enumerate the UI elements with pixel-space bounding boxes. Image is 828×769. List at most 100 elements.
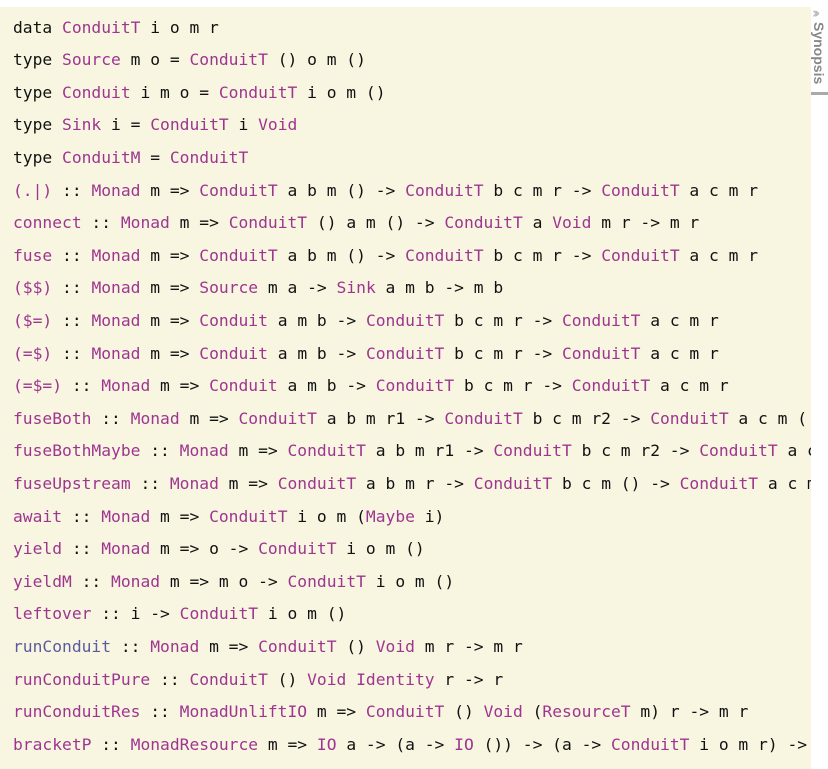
type-link[interactable]: Conduit: [62, 83, 131, 102]
type-link[interactable]: IO: [454, 735, 474, 754]
type-link[interactable]: ConduitT: [219, 83, 297, 102]
type-link[interactable]: ConduitT: [199, 246, 277, 265]
type-link[interactable]: ConduitT: [258, 539, 336, 558]
function-link[interactable]: leftover: [13, 604, 91, 623]
type-link[interactable]: Void: [552, 213, 591, 232]
type-link[interactable]: ConduitT: [601, 246, 679, 265]
synopsis-item: fuseBoth :: Monad m => ConduitT a b m r1…: [13, 403, 811, 436]
type-link[interactable]: Sink: [62, 115, 101, 134]
type-link[interactable]: Monad: [91, 311, 140, 330]
type-link[interactable]: ConduitT: [680, 474, 758, 493]
type-link[interactable]: ResourceT: [542, 702, 630, 721]
function-link[interactable]: runConduit: [13, 637, 111, 656]
synopsis-item: runConduit :: Monad m => ConduitT () Voi…: [13, 631, 811, 664]
type-link[interactable]: Monad: [91, 246, 140, 265]
type-link[interactable]: Void: [307, 670, 346, 689]
type-link[interactable]: ConduitT: [611, 735, 689, 754]
type-link[interactable]: IO: [317, 735, 337, 754]
function-link[interactable]: ($$): [13, 278, 52, 297]
type-link[interactable]: ConduitT: [444, 409, 522, 428]
type-link[interactable]: ConduitT: [62, 18, 140, 37]
type-link[interactable]: Void: [376, 637, 415, 656]
type-link[interactable]: Source: [62, 50, 121, 69]
type-link[interactable]: ConduitT: [189, 670, 267, 689]
type-link[interactable]: Monad: [131, 409, 180, 428]
function-link[interactable]: bracketP: [13, 735, 91, 754]
type-link[interactable]: Conduit: [209, 376, 278, 395]
function-link[interactable]: ($=): [13, 311, 52, 330]
type-link[interactable]: Monad: [170, 474, 219, 493]
type-link[interactable]: ConduitT: [288, 572, 366, 591]
synopsis-item: type ConduitM = ConduitT: [13, 142, 811, 175]
type-link[interactable]: ConduitT: [366, 344, 444, 363]
type-link[interactable]: ConduitT: [562, 344, 640, 363]
signature-text: ::: [52, 245, 92, 265]
type-link[interactable]: Source: [199, 278, 258, 297]
type-link[interactable]: Identity: [356, 670, 434, 689]
function-link[interactable]: connect: [13, 213, 82, 232]
type-link[interactable]: ConduitT: [562, 311, 640, 330]
type-link[interactable]: ConduitT: [180, 604, 258, 623]
type-link[interactable]: Monad: [150, 637, 199, 656]
type-link[interactable]: Void: [258, 115, 297, 134]
type-link[interactable]: ConduitT: [288, 441, 366, 460]
type-link[interactable]: Monad: [121, 213, 170, 232]
synopsis-item: runConduitPure :: ConduitT () Void Ident…: [13, 664, 811, 697]
type-link[interactable]: ConduitT: [170, 148, 248, 167]
type-link[interactable]: MonadResource: [131, 735, 258, 754]
type-link[interactable]: ConduitT: [376, 376, 454, 395]
type-link[interactable]: Monad: [101, 376, 150, 395]
function-link[interactable]: yieldM: [13, 572, 72, 591]
type-link[interactable]: ConduitT: [258, 637, 336, 656]
function-link[interactable]: fuseBoth: [13, 409, 91, 428]
function-link[interactable]: (=$=): [13, 376, 62, 395]
type-link[interactable]: Monad: [180, 441, 229, 460]
type-link[interactable]: Monad: [101, 539, 150, 558]
type-link[interactable]: Monad: [91, 181, 140, 200]
type-link[interactable]: Monad: [101, 507, 150, 526]
function-link[interactable]: runConduitRes: [13, 702, 140, 721]
type-link[interactable]: ConduitT: [493, 441, 571, 460]
type-link[interactable]: Sink: [337, 278, 376, 297]
type-link[interactable]: ConduitT: [189, 50, 267, 69]
type-link[interactable]: ConduitT: [572, 376, 650, 395]
type-link[interactable]: ConduitT: [278, 474, 356, 493]
function-link[interactable]: fuseUpstream: [13, 474, 131, 493]
type-link[interactable]: Monad: [91, 278, 140, 297]
type-link[interactable]: ConduitT: [150, 115, 228, 134]
function-link[interactable]: (=$): [13, 344, 52, 363]
synopsis-toggle-tab[interactable]: ›› Synopsis: [811, 4, 828, 95]
type-link[interactable]: ConduitT: [474, 474, 552, 493]
type-link[interactable]: ConduitT: [699, 441, 777, 460]
type-link[interactable]: ConduitT: [199, 181, 277, 200]
type-link[interactable]: Maybe: [366, 507, 415, 526]
type-link[interactable]: ConduitT: [601, 181, 679, 200]
signature-text: i: [228, 115, 259, 135]
signature-text: a m b ->: [267, 311, 366, 331]
type-link[interactable]: Conduit: [199, 311, 268, 330]
type-link[interactable]: ConduitT: [405, 181, 483, 200]
function-link[interactable]: (.|): [13, 181, 52, 200]
function-link[interactable]: yield: [13, 539, 62, 558]
signature-text: a c m r: [650, 376, 729, 396]
type-link[interactable]: Monad: [111, 572, 160, 591]
type-link[interactable]: ConduitT: [366, 702, 444, 721]
type-link[interactable]: ConduitT: [405, 246, 483, 265]
type-link[interactable]: ConduitT: [229, 213, 307, 232]
type-link[interactable]: ConduitT: [650, 409, 728, 428]
type-link[interactable]: ConduitT: [209, 507, 287, 526]
function-link[interactable]: await: [13, 507, 62, 526]
function-link[interactable]: runConduitPure: [13, 670, 150, 689]
type-link[interactable]: Conduit: [199, 344, 268, 363]
type-link[interactable]: ConduitT: [366, 311, 444, 330]
type-link[interactable]: ConduitT: [238, 409, 316, 428]
type-link[interactable]: MonadUnliftIO: [180, 702, 307, 721]
type-link[interactable]: Monad: [91, 344, 140, 363]
synopsis-item: (.|) :: Monad m => ConduitT a b m () -> …: [13, 175, 811, 208]
synopsis-item: ($=) :: Monad m => Conduit a m b -> Cond…: [13, 305, 811, 338]
type-link[interactable]: ConduitT: [444, 213, 522, 232]
type-link[interactable]: ConduitM: [62, 148, 140, 167]
type-link[interactable]: Void: [484, 702, 523, 721]
function-link[interactable]: fuse: [13, 246, 52, 265]
function-link[interactable]: fuseBothMaybe: [13, 441, 140, 460]
